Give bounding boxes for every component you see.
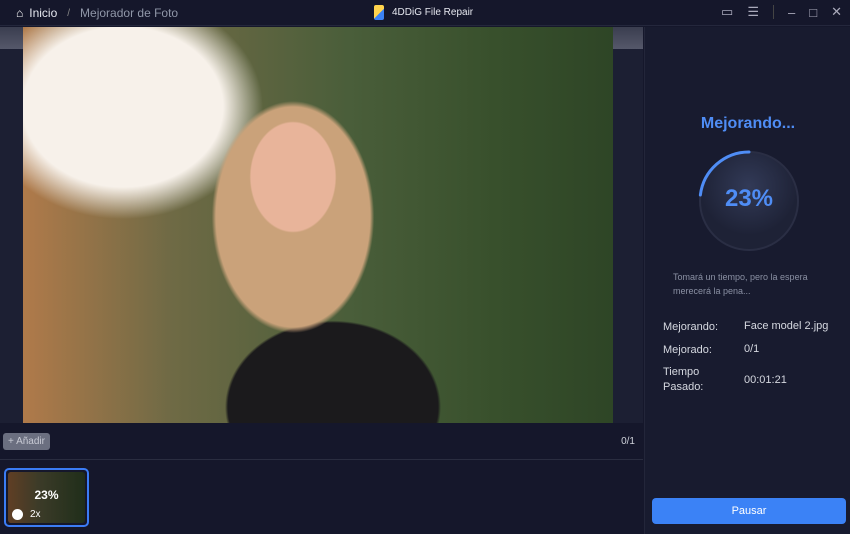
add-button[interactable]: + Añadir bbox=[3, 433, 50, 450]
info-label: Tiempo Pasado: bbox=[663, 366, 704, 393]
info-value: 00:01:21 bbox=[744, 374, 787, 386]
file-count: 0/1 bbox=[621, 436, 635, 447]
info-value: Face model 2.jpg bbox=[744, 320, 829, 332]
breadcrumb-current: Mejorador de Foto bbox=[80, 6, 179, 20]
app-title-text: 4DDiG File Repair bbox=[392, 7, 474, 18]
face-icon bbox=[12, 509, 23, 520]
wait-hint: Tomará un tiempo, pero la espera merecer… bbox=[673, 272, 808, 296]
progress-title: Mejorando... bbox=[700, 115, 796, 132]
image-viewer bbox=[0, 27, 643, 423]
progress-panel: Mejorando... 23% Tomará un tiempo, pero … bbox=[644, 27, 850, 534]
feedback-icon[interactable]: ▭ bbox=[721, 4, 733, 20]
divider bbox=[773, 5, 774, 19]
pause-button[interactable]: Pausar bbox=[652, 498, 846, 524]
thumbnail-item[interactable]: 23% 2x bbox=[4, 468, 89, 527]
app-logo-icon bbox=[374, 5, 384, 20]
breadcrumb-home[interactable]: Inicio bbox=[29, 6, 57, 20]
maximize-icon[interactable]: □ bbox=[809, 5, 817, 20]
photo-preview bbox=[23, 27, 613, 423]
thumbnail-progress: 23% bbox=[34, 488, 59, 502]
info-label: Mejorado: bbox=[663, 344, 712, 356]
info-label: Mejorando: bbox=[663, 321, 719, 333]
home-icon[interactable]: ⌂ bbox=[16, 6, 23, 20]
preview-area: + Añadir 0/1 23% 2x bbox=[0, 27, 643, 534]
title-bar: ⌂ Inicio / Mejorador de Foto 4DDiG File … bbox=[0, 0, 850, 26]
breadcrumb-separator: / bbox=[67, 7, 71, 19]
minimize-icon[interactable]: – bbox=[788, 5, 795, 20]
window-controls: ▭ ☰ – □ ✕ bbox=[721, 4, 842, 20]
app-title: 4DDiG File Repair bbox=[374, 5, 473, 20]
menu-icon[interactable]: ☰ bbox=[747, 4, 759, 20]
progress-percent: 23% bbox=[724, 185, 774, 212]
file-toolbar: + Añadir 0/1 bbox=[0, 430, 643, 460]
info-value: 0/1 bbox=[744, 343, 760, 355]
thumbnail-scale: 2x bbox=[30, 509, 41, 520]
thumbnail-image: 23% 2x bbox=[8, 472, 85, 523]
breadcrumb: ⌂ Inicio / Mejorador de Foto bbox=[16, 6, 178, 20]
close-icon[interactable]: ✕ bbox=[831, 4, 842, 20]
